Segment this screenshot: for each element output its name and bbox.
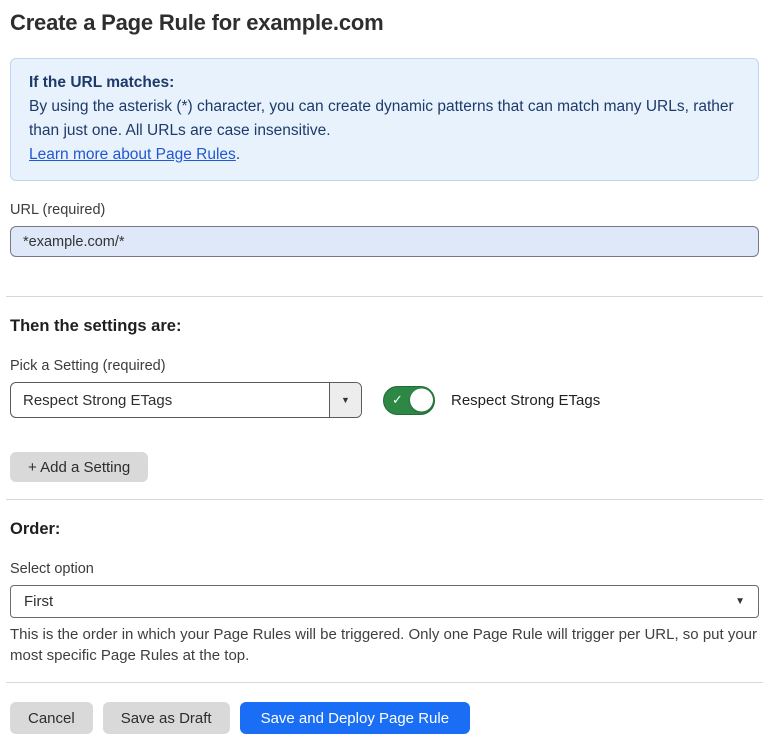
info-box-heading: If the URL matches: [29,71,740,95]
settings-heading: Then the settings are: [10,317,759,336]
order-heading: Order: [10,520,759,539]
page-title: Create a Page Rule for example.com [10,10,759,36]
toggle-knob [410,389,433,412]
footer-divider [6,682,763,683]
save-draft-button[interactable]: Save as Draft [103,702,230,734]
select-option-label: Select option [10,561,759,577]
add-setting-button[interactable]: + Add a Setting [10,452,148,482]
dropdown-arrow-icon: ▼ [341,396,350,405]
create-page-rule-form: Create a Page Rule for example.com If th… [0,0,769,734]
info-link-row: Learn more about Page Rules. [29,143,740,167]
setting-toggle[interactable]: ✓ [383,386,435,415]
setting-toggle-label: Respect Strong ETags [451,392,600,409]
setting-toggle-wrap: ✓ Respect Strong ETags [383,386,600,415]
cancel-button[interactable]: Cancel [10,702,93,734]
section-divider [6,296,763,297]
info-box-body: By using the asterisk (*) character, you… [29,95,740,143]
order-select[interactable]: First ▼ [10,585,759,618]
url-match-info-box: If the URL matches: By using the asteris… [10,58,759,181]
setting-select-value: Respect Strong ETags [11,383,329,417]
setting-row: Respect Strong ETags ▼ ✓ Respect Strong … [10,382,759,418]
section-divider [6,499,763,500]
url-input[interactable] [10,226,759,257]
learn-more-link[interactable]: Learn more about Page Rules [29,146,236,163]
pick-setting-label: Pick a Setting (required) [10,358,759,374]
check-icon: ✓ [392,393,403,406]
footer-actions: Cancel Save as Draft Save and Deploy Pag… [10,702,759,734]
setting-select[interactable]: Respect Strong ETags ▼ [10,382,362,418]
chevron-down-icon: ▼ [735,597,745,607]
pick-setting-field: Pick a Setting (required) Respect Strong… [10,358,759,418]
setting-select-arrow-button[interactable]: ▼ [329,383,361,417]
order-help-text: This is the order in which your Page Rul… [10,624,759,666]
order-field: Select option First ▼ [10,561,759,618]
order-select-value: First [24,593,53,610]
url-field: URL (required) [10,202,759,257]
save-deploy-button[interactable]: Save and Deploy Page Rule [240,702,470,734]
url-label: URL (required) [10,202,759,218]
link-suffix: . [236,146,240,163]
